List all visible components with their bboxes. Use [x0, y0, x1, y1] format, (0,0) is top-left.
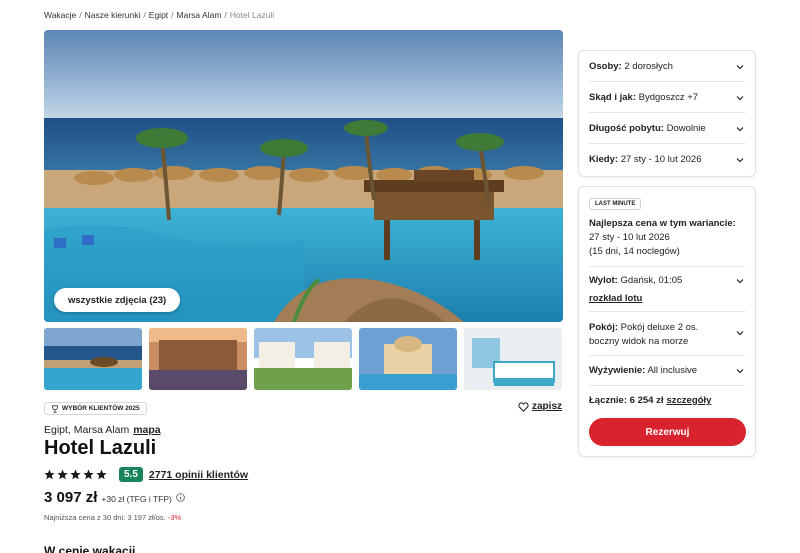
people-value: 2 dorosłych — [624, 61, 673, 72]
duration-value: Dowolnie — [666, 123, 706, 134]
board-value: All inclusive — [647, 365, 698, 376]
rating-row: 5.5 2771 opinii klientów — [44, 467, 248, 482]
best-price-length: (15 dni, 14 noclegów) — [589, 246, 680, 257]
thumbnail-1[interactable] — [44, 328, 142, 390]
flight-schedule-link[interactable]: rozkład lotu — [589, 293, 642, 304]
trophy-icon — [52, 404, 58, 413]
breadcrumb-item-egipt[interactable]: Egipt — [149, 10, 168, 20]
duration-label: Długość pobytu: — [589, 123, 664, 134]
people-selector[interactable]: Osoby: 2 dorosłych — [589, 61, 745, 72]
price-fees: +30 zł (TFG i TFP) — [101, 494, 172, 504]
thumbnail-strip — [44, 328, 563, 390]
search-summary-card: Osoby: 2 dorosłych Skąd i jak: Bydgoszcz… — [578, 50, 756, 177]
divider — [589, 143, 745, 144]
review-score: 5.5 — [119, 467, 143, 482]
offer-card: LAST MINUTE Najlepsza cena w tym warianc… — [578, 186, 756, 457]
all-photos-button[interactable]: wszystkie zdjęcia (23) — [54, 288, 181, 312]
page-title: Hotel Lazuli — [44, 437, 157, 459]
total-label: Łącznie: — [589, 395, 628, 406]
star-icon — [57, 469, 68, 480]
dates-label: Kiedy: — [589, 154, 619, 165]
star-icon — [70, 469, 81, 480]
board-selector[interactable]: Wyżywienie: All inclusive — [589, 365, 745, 376]
duration-selector[interactable]: Długość pobytu: Dowolnie — [589, 123, 745, 134]
room-selector[interactable]: Pokój: Pokój deluxe 2 os. boczny widok n… — [589, 321, 745, 349]
map-link[interactable]: mapa — [133, 424, 160, 436]
lowest-price-text: Najniższa cena z 30 dni: 3 197 zł/os. — [44, 513, 166, 522]
hero-photo[interactable]: wszystkie zdjęcia (23) — [44, 30, 563, 322]
price-per-person: 3 097 zł — [44, 489, 98, 506]
save-button[interactable]: zapisz — [518, 401, 562, 412]
section-heading: W cenie wakacji — [44, 544, 136, 553]
thumbnail-4[interactable] — [359, 328, 457, 390]
divider — [589, 81, 745, 82]
details-link[interactable]: szczegóły — [666, 395, 711, 406]
breadcrumb-item-kierunki[interactable]: Nasze kierunki — [85, 10, 141, 20]
people-label: Osoby: — [589, 61, 622, 72]
flight-value: Gdańsk, 01:05 — [620, 275, 683, 286]
chevron-down-icon — [736, 331, 744, 336]
location-text: Egipt, Marsa Alam — [44, 424, 130, 436]
best-price-title: Najlepsza cena w tym wariancie: — [589, 218, 736, 229]
dates-value: 27 sty - 10 lut 2026 — [620, 154, 702, 165]
total-price: Łącznie: 6 254 zł szczegóły — [589, 395, 711, 406]
thumbnail-5[interactable] — [464, 328, 562, 390]
thumbnail-image — [359, 328, 457, 390]
chevron-down-icon — [736, 279, 744, 284]
flight-label: Wylot: — [589, 275, 618, 286]
hotel-stars — [44, 469, 107, 480]
badge-label: WYBÓR KLIENTÓW 2025 — [62, 405, 140, 412]
lowest-price-note: Najniższa cena z 30 dni: 3 197 zł/os. -3… — [44, 513, 181, 522]
breadcrumb-separator: / — [171, 10, 174, 20]
info-icon[interactable] — [176, 493, 185, 502]
divider — [589, 311, 745, 312]
heart-icon — [518, 401, 529, 412]
departure-value: Bydgoszcz +7 — [638, 92, 699, 103]
reserve-button[interactable]: Rezerwuj — [589, 418, 746, 446]
departure-selector[interactable]: Skąd i jak: Bydgoszcz +7 — [589, 92, 745, 103]
divider — [589, 385, 745, 386]
chevron-down-icon — [736, 96, 744, 101]
best-price-dates: 27 sty - 10 lut 2026 — [589, 232, 670, 243]
breadcrumb-item-wakacje[interactable]: Wakacje — [44, 10, 76, 20]
breadcrumb-separator: / — [79, 10, 82, 20]
thumbnail-image — [464, 328, 562, 390]
breadcrumb-item-marsa-alam[interactable]: Marsa Alam — [177, 10, 222, 20]
price-row: 3 097 zł +30 zł (TFG i TFP) — [44, 489, 185, 506]
breadcrumb-current: Hotel Lazuli — [229, 10, 275, 20]
thumbnail-image — [254, 328, 352, 390]
board-label: Wyżywienie: — [589, 365, 646, 376]
chevron-down-icon — [736, 65, 744, 70]
departure-label: Skąd i jak: — [589, 92, 636, 103]
thumbnail-image — [149, 328, 247, 390]
dates-selector[interactable]: Kiedy: 27 sty - 10 lut 2026 — [589, 154, 745, 165]
save-label: zapisz — [532, 401, 563, 412]
discount-label: -3% — [167, 513, 182, 522]
reviews-link[interactable]: 2771 opinii klientów — [149, 469, 248, 481]
resort-pool-image — [44, 30, 563, 322]
breadcrumb-separator: / — [224, 10, 227, 20]
breadcrumb: Wakacje / Nasze kierunki / Egipt / Marsa Alam /… — [44, 10, 274, 20]
chevron-down-icon — [736, 158, 744, 163]
last-minute-tag: LAST MINUTE — [589, 198, 642, 210]
flight-selector[interactable]: Wylot: Gdańsk, 01:05 — [589, 275, 745, 286]
thumbnail-2[interactable] — [149, 328, 247, 390]
customer-choice-badge: WYBÓR KLIENTÓW 2025 — [44, 402, 147, 415]
total-value: 6 254 zł — [629, 395, 664, 406]
thumbnail-image — [44, 328, 142, 390]
chevron-down-icon — [736, 127, 744, 132]
star-icon — [83, 469, 94, 480]
thumbnail-3[interactable] — [254, 328, 352, 390]
star-icon — [96, 469, 107, 480]
best-price-info: Najlepsza cena w tym wariancie: 27 sty -… — [589, 217, 749, 259]
room-label: Pokój: — [589, 322, 619, 333]
breadcrumb-separator: / — [143, 10, 146, 20]
star-icon — [44, 469, 55, 480]
divider — [589, 112, 745, 113]
divider — [589, 355, 745, 356]
hotel-location: Egipt, Marsa Alam mapa — [44, 424, 161, 436]
divider — [589, 266, 745, 267]
chevron-down-icon — [736, 369, 744, 374]
